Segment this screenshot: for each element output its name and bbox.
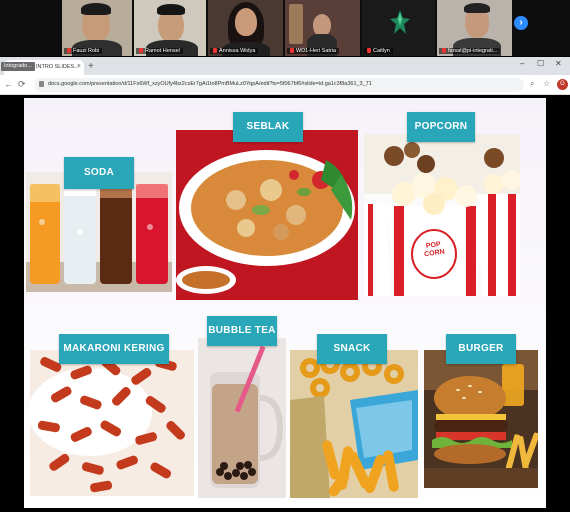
browser-tab-bar: INTRO SLIDES... × + – ☐ ✕ — [0, 57, 570, 75]
reload-icon[interactable]: ⟳ — [18, 79, 26, 90]
url-field[interactable]: docs.google.com/presentation/d/11Fx6Wf_x… — [34, 78, 524, 92]
participant-name: Caitlyn — [373, 48, 390, 54]
tab-close-icon[interactable]: × — [77, 63, 81, 70]
bubble-tea-label: BUBBLE TEA — [207, 316, 277, 346]
url-text: docs.google.com/presentation/d/11Fx6Wf_x… — [48, 81, 372, 87]
snack-label: SNACK — [317, 334, 387, 364]
slide-canvas: SODA SEBLAK POP CORN POPCORN MAKARONI KE… — [24, 98, 546, 508]
participant-face — [313, 14, 331, 36]
mic-muted-icon — [290, 48, 294, 53]
participant-tile[interactable]: Annissa Widya — [208, 0, 283, 56]
makaroni-illustration — [30, 357, 185, 493]
bubble-tea-image — [198, 338, 286, 498]
participant-tile[interactable]: WD1-Heri Satria — [285, 0, 360, 56]
mic-muted-icon — [213, 48, 217, 53]
seblak-label: SEBLAK — [233, 112, 303, 142]
participant-tile[interactable]: Ramot Hensel — [134, 0, 206, 56]
popcorn-label: POPCORN — [407, 112, 475, 142]
participant-tile[interactable]: farsal@pi-integrati... — [437, 0, 512, 56]
minimize-button[interactable]: – — [520, 59, 524, 68]
maximize-button[interactable]: ☐ — [537, 59, 544, 68]
snack-image — [290, 350, 418, 498]
star-icon[interactable]: ☆ — [543, 79, 550, 88]
participant-hair — [157, 4, 185, 15]
star-logo-icon — [390, 10, 410, 34]
burger-image — [424, 350, 538, 488]
seblak-dish-illustration — [176, 130, 358, 300]
next-participants-button[interactable]: › — [514, 16, 528, 30]
mic-muted-icon — [442, 48, 446, 53]
participant-hair — [81, 3, 111, 15]
close-window-button[interactable]: ✕ — [555, 59, 562, 68]
room-window — [289, 4, 303, 44]
participant-name: Ramot Hensel — [145, 48, 180, 54]
back-icon[interactable]: ← — [4, 79, 13, 89]
participant-name: Annissa Widya — [219, 48, 256, 54]
participant-name: Fauzi Robi — [73, 48, 100, 54]
popcorn-boxes-illustration — [364, 134, 520, 296]
tab-tooltip: Intogrado... — [1, 62, 35, 71]
makaroni-image — [30, 350, 194, 496]
burger-label: BURGER — [446, 334, 516, 364]
screen: Fauzi Robi Ramot Hensel Annissa Widya WD… — [0, 0, 570, 512]
participant-video-strip: Fauzi Robi Ramot Hensel Annissa Widya WD… — [0, 0, 570, 56]
seblak-image — [176, 130, 358, 300]
lock-icon — [39, 81, 44, 87]
mic-muted-icon — [67, 48, 71, 53]
participant-face-front — [235, 8, 257, 36]
search-icon[interactable]: ⌕ — [530, 79, 534, 89]
makaroni-label: MAKARONI KERING — [59, 334, 169, 364]
soda-image — [26, 172, 172, 292]
soda-glasses-illustration — [26, 184, 172, 292]
tab-title: INTRO SLIDES... — [36, 64, 79, 70]
soda-label: SODA — [64, 157, 134, 189]
popcorn-image: POP CORN — [364, 134, 520, 296]
participant-tile[interactable]: Caitlyn — [362, 0, 435, 56]
mic-muted-icon — [367, 48, 371, 53]
burger-illustration — [424, 350, 538, 488]
presentation-area: SODA SEBLAK POP CORN POPCORN MAKARONI KE… — [0, 96, 570, 512]
mic-muted-icon — [139, 48, 143, 53]
participant-name: farsal@pi-integrati... — [448, 48, 498, 54]
snack-illustration — [290, 350, 418, 498]
participant-hair — [464, 3, 490, 13]
participant-name: WD1-Heri Satria — [296, 48, 337, 54]
participant-tile[interactable]: Fauzi Robi — [62, 0, 132, 56]
address-bar: ← ⟳ docs.google.com/presentation/d/11Fx6… — [0, 75, 570, 95]
profile-avatar[interactable]: G — [557, 79, 568, 90]
new-tab-button[interactable]: + — [88, 61, 94, 72]
bubble-tea-illustration — [198, 338, 286, 498]
